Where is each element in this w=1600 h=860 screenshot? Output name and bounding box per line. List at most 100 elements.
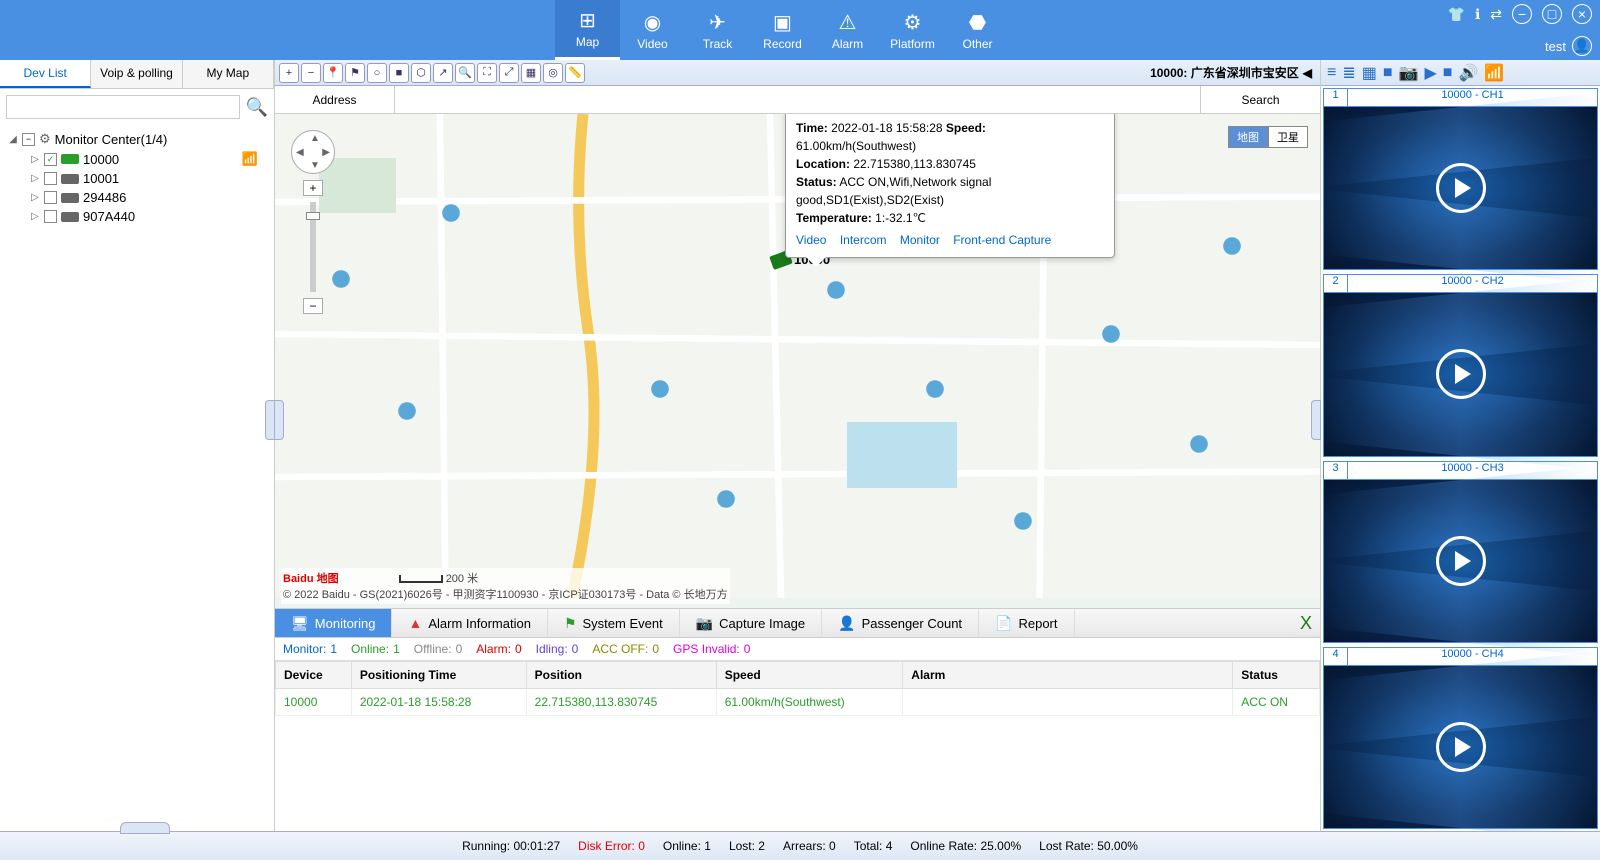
expand-icon[interactable]: ▷ — [30, 154, 40, 165]
route-button[interactable]: ↗ — [433, 63, 453, 83]
maptype-sat[interactable]: 卫星 — [1268, 126, 1308, 148]
circle-button[interactable]: ○ — [367, 63, 387, 83]
ruler-button[interactable]: 📏 — [565, 63, 585, 83]
tab-map[interactable]: ⊞Map — [555, 0, 620, 60]
expand-icon[interactable]: ▷ — [30, 211, 40, 222]
grid-icon[interactable]: ▦ — [1362, 63, 1377, 83]
expand-icon[interactable]: ▷ — [30, 192, 40, 203]
map-icon: ⊞ — [579, 8, 596, 33]
collapse-icon[interactable]: ◢ — [8, 134, 18, 145]
minimize-button[interactable]: − — [1512, 4, 1532, 24]
search-icon[interactable]: 🔍 — [246, 97, 268, 118]
table-row[interactable]: 10000 2022-01-18 15:58:28 22.715380,113.… — [276, 689, 1320, 716]
volume-icon[interactable]: 🔊 — [1458, 63, 1478, 83]
tab-mymap[interactable]: My Map — [183, 60, 274, 88]
tab-video[interactable]: ◉Video — [620, 0, 685, 60]
polygon-button[interactable]: ⬡ — [411, 63, 431, 83]
export-excel-button[interactable]: X — [1300, 613, 1312, 634]
layer-button[interactable]: ▦ — [521, 63, 541, 83]
stats-row: Monitor:1 Online:1 Offline:0 Alarm:0 Idl… — [275, 638, 1320, 661]
map-canvas[interactable]: ▲▼ ◀▶ + − 地图 卫星 10000 Time: 2022-01-18 1… — [275, 114, 1320, 608]
device-item[interactable]: ▷ 10001 — [8, 169, 266, 188]
link-video[interactable]: Video — [796, 233, 826, 247]
device-search-input[interactable] — [6, 95, 240, 119]
list2-icon[interactable]: ≣ — [1342, 63, 1355, 83]
chevron-left-icon[interactable]: ◀ — [1303, 66, 1312, 80]
user-row[interactable]: test 👤 — [1545, 36, 1592, 56]
address-input[interactable] — [395, 86, 1200, 113]
col-device[interactable]: Device — [276, 662, 352, 689]
tab-voip[interactable]: Voip & polling — [91, 60, 182, 88]
zoom-slider[interactable] — [310, 202, 316, 292]
tab-platform[interactable]: ⚙Platform — [880, 0, 945, 60]
link-monitor[interactable]: Monitor — [900, 233, 940, 247]
rect-button[interactable]: ■ — [389, 63, 409, 83]
refresh-icon[interactable]: ⇄ — [1490, 6, 1502, 23]
maptype-map[interactable]: 地图 — [1228, 126, 1268, 148]
device-item[interactable]: ▷ 907A440 — [8, 207, 266, 226]
checkbox[interactable] — [44, 210, 57, 223]
video-cell[interactable]: 410000 - CH4 — [1323, 647, 1598, 829]
btab-monitoring[interactable]: 🖥Monitoring — [275, 609, 392, 637]
checkbox[interactable] — [44, 191, 57, 204]
play-icon[interactable]: ▶ — [1424, 63, 1436, 83]
statusbar-handle[interactable] — [120, 822, 170, 834]
checkbox[interactable] — [44, 172, 57, 185]
splitter-center-left[interactable] — [274, 400, 284, 440]
zoom-out-button[interactable]: − — [301, 63, 321, 83]
btab-report[interactable]: 📄Report — [979, 609, 1074, 637]
checkbox[interactable]: − — [22, 133, 35, 146]
checkbox[interactable]: ✓ — [44, 153, 57, 166]
splitter-center-right[interactable] — [1311, 400, 1321, 440]
tab-record[interactable]: ▣Record — [750, 0, 815, 60]
btab-capture[interactable]: 📷Capture Image — [680, 609, 822, 637]
close-button[interactable]: × — [1572, 4, 1592, 24]
btab-system[interactable]: ⚑System Event — [548, 609, 680, 637]
play-button[interactable] — [1436, 536, 1486, 586]
map-credit: Baidu 地图 200 米 © 2022 Baidu - GS(2021)60… — [281, 568, 730, 604]
stop-icon[interactable]: ■ — [1443, 64, 1453, 82]
play-button[interactable] — [1436, 349, 1486, 399]
maximize-button[interactable]: □ — [1542, 4, 1562, 24]
device-item[interactable]: ▷ ✓ 10000 📶 — [8, 149, 266, 169]
fit-button[interactable]: ⛶ — [477, 63, 497, 83]
tree-root[interactable]: ◢ − ⚙ Monitor Center(1/4) — [8, 129, 266, 149]
tab-other[interactable]: ⬣Other — [945, 0, 1010, 60]
single-icon[interactable]: ■ — [1383, 64, 1393, 82]
expand-icon[interactable]: ▷ — [30, 173, 40, 184]
device-item[interactable]: ▷ 294486 — [8, 188, 266, 207]
btab-passenger[interactable]: 👤Passenger Count — [822, 609, 979, 637]
find-button[interactable]: 🔍 — [455, 63, 475, 83]
col-status[interactable]: Status — [1233, 662, 1320, 689]
play-button[interactable] — [1436, 722, 1486, 772]
record-icon: ▣ — [773, 10, 792, 35]
video-cell[interactable]: 210000 - CH2 — [1323, 274, 1598, 456]
signal-icon[interactable]: 📶 — [1484, 63, 1504, 83]
btab-alarm[interactable]: ▲Alarm Information — [392, 609, 547, 637]
zoom-out-map[interactable]: − — [303, 298, 323, 314]
marker-button[interactable]: 📍 — [323, 63, 343, 83]
link-capture[interactable]: Front-end Capture — [953, 233, 1051, 247]
col-time[interactable]: Positioning Time — [351, 662, 526, 689]
list-icon[interactable]: ≡ — [1327, 64, 1336, 82]
info-icon[interactable]: ℹ — [1475, 6, 1480, 23]
col-alarm[interactable]: Alarm — [903, 662, 1233, 689]
video-cell[interactable]: 310000 - CH3 — [1323, 461, 1598, 643]
fullscreen-button[interactable]: ⤢ — [499, 63, 519, 83]
flag-button[interactable]: ⚑ — [345, 63, 365, 83]
zoom-in-map[interactable]: + — [303, 180, 323, 196]
col-position[interactable]: Position — [526, 662, 716, 689]
video-cell[interactable]: 110000 - CH1 — [1323, 88, 1598, 270]
tab-devlist[interactable]: Dev List — [0, 60, 91, 88]
tab-track[interactable]: ✈Track — [685, 0, 750, 60]
tab-alarm[interactable]: ⚠Alarm — [815, 0, 880, 60]
snapshot-icon[interactable]: 📷 — [1399, 63, 1419, 83]
pan-control[interactable]: ▲▼ ◀▶ — [291, 130, 335, 174]
zoom-in-button[interactable]: + — [279, 63, 299, 83]
link-intercom[interactable]: Intercom — [840, 233, 887, 247]
search-button[interactable]: Search — [1200, 86, 1320, 113]
col-speed[interactable]: Speed — [716, 662, 903, 689]
center-button[interactable]: ◎ — [543, 63, 563, 83]
shirt-icon[interactable]: 👕 — [1448, 6, 1465, 23]
play-button[interactable] — [1436, 163, 1486, 213]
